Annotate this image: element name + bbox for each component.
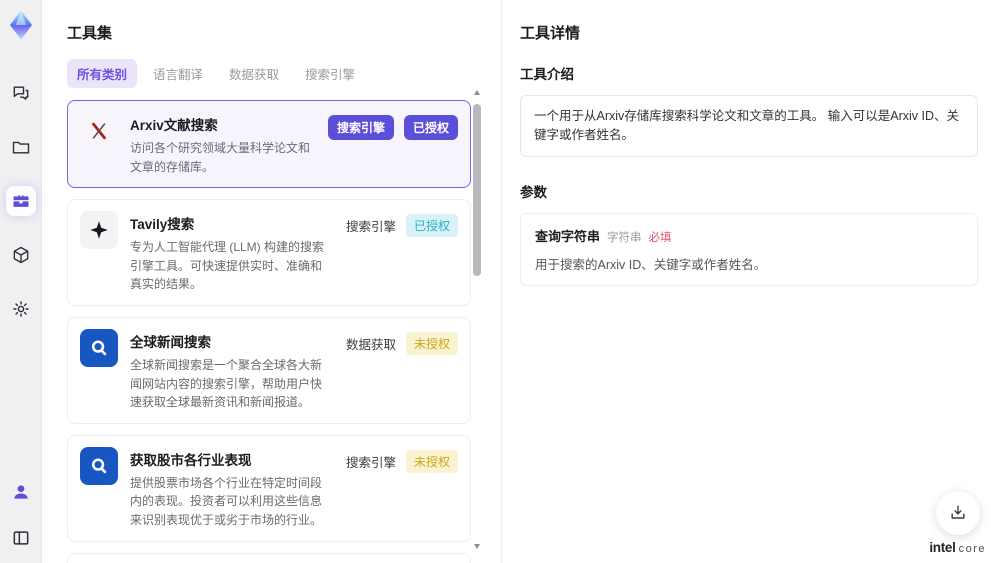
param-type: 字符串: [607, 231, 642, 244]
download-icon: [951, 505, 965, 519]
params-heading: 参数: [520, 184, 547, 200]
auth-status-badge: 未授权: [405, 449, 458, 473]
intro-heading: 工具介绍: [520, 67, 574, 82]
tool-intro-text: 一个用于从Arxiv存储库搜索科学论文和文章的工具。 输入可以是Arxiv ID…: [534, 109, 960, 142]
category-tag: 搜索引擎: [345, 455, 396, 470]
details-title: 工具详情: [520, 25, 581, 42]
scrollbar-thumb[interactable]: [473, 104, 481, 276]
tool-card-description: 提供股票市场各个行业在特定时间段内的表现。投资者可以利用这些信息来识别表现优于或…: [130, 475, 323, 527]
category-tag: 数据获取: [345, 337, 396, 352]
tool-intro-box: 一个用于从Arxiv存储库搜索科学论文和文章的工具。 输入可以是Arxiv ID…: [520, 95, 978, 157]
tool-card-list: Arxiv文献搜索 访问各个研究领域大量科学论文和文章的存储库。 搜索引擎 已授权 Ta…: [67, 100, 471, 563]
category-tabs: 所有类别 语言翻译 数据获取 搜索引擎: [67, 59, 501, 88]
core-wordmark: core: [958, 543, 986, 555]
tool-list-panel: 工具集 所有类别 语言翻译 数据获取 搜索引擎 Arxiv文献搜索 访问各个研究领域大量…: [42, 0, 502, 563]
news-search-icon: [80, 328, 118, 367]
tool-card[interactable]: 全球新闻搜索全球新闻搜索是一个聚合全球各大新闻网站内容的搜索引擎，帮助用户快速获…: [67, 316, 471, 424]
auth-status-badge: 已授权: [405, 214, 458, 238]
auth-status-badge: 未授权: [405, 331, 458, 355]
stock-sector-icon: [80, 446, 118, 485]
folder-icon[interactable]: [6, 132, 36, 162]
scrollbar-up-arrow-icon[interactable]: [474, 90, 480, 95]
collapse-panel-icon[interactable]: [6, 523, 36, 553]
tool-card[interactable]: 获取股市各行业表现提供股票市场各个行业在特定时间段内的表现。投资者可以利用这些信…: [67, 434, 471, 542]
scrollbar-down-arrow-icon[interactable]: [474, 544, 480, 549]
tool-card[interactable]: 获取市场最活跃股票信息提供当天交易量最高的股票列表，投资者可以利用这些信息来识别…: [67, 552, 471, 563]
tool-card-title: 获取股市各行业表现: [130, 452, 252, 468]
tool-card-title: 全球新闻搜索: [130, 334, 211, 350]
chat-icon[interactable]: [6, 78, 36, 108]
cube-icon[interactable]: [6, 240, 36, 270]
settings-icon[interactable]: [6, 294, 36, 324]
tool-card-description: 全球新闻搜索是一个聚合全球各大新闻网站内容的搜索引擎，帮助用户快速获取全球最新资…: [130, 357, 323, 410]
param-card: 查询字符串 字符串 必填用于搜索的Arxiv ID、关键字或作者姓名。: [520, 212, 978, 286]
tool-card-description: 访问各个研究领域大量科学论文和文章的存储库。: [130, 141, 311, 174]
tool-card[interactable]: Arxiv文献搜索访问各个研究领域大量科学论文和文章的存储库。 搜索引擎 已授权: [67, 100, 471, 189]
intel-core-logo: intel core: [929, 540, 986, 555]
intel-wordmark: intel: [929, 540, 956, 555]
download-button[interactable]: [935, 491, 980, 535]
category-tag: 搜索引擎: [345, 220, 396, 235]
list-scrollbar[interactable]: [473, 88, 481, 551]
toolbox-icon[interactable]: [5, 186, 36, 216]
param-list: 查询字符串 字符串 必填用于搜索的Arxiv ID、关键字或作者姓名。: [520, 212, 978, 286]
sidebar-nav: [5, 78, 36, 324]
sidebar-bottom: [6, 477, 36, 553]
tool-card-description: 专为人工智能代理 (LLM) 构建的搜索引擎工具。可快速提供实时、准确和真实的结…: [130, 240, 325, 292]
sidebar: [0, 0, 42, 563]
param-description: 用于搜索的Arxiv ID、关键字或作者姓名。: [535, 257, 767, 272]
arxiv-icon: [80, 112, 118, 150]
param-name: 查询字符串: [535, 228, 601, 244]
auth-status-badge: 已授权: [403, 115, 458, 140]
param-required-label: 必填: [648, 231, 672, 244]
category-tab[interactable]: 数据获取: [219, 59, 289, 88]
category-tab[interactable]: 所有类别: [67, 59, 138, 88]
corner-widgets: intel core: [929, 491, 986, 555]
category-tab[interactable]: 搜索引擎: [295, 59, 365, 88]
tool-card[interactable]: Tavily搜索专为人工智能代理 (LLM) 构建的搜索引擎工具。可快速提供实时…: [67, 199, 471, 306]
app-logo-icon: [4, 8, 38, 42]
app-root: 工具集 所有类别 语言翻译 数据获取 搜索引擎 Arxiv文献搜索 访问各个研究领域大量…: [0, 0, 1000, 563]
tavily-icon: [80, 211, 118, 250]
tool-card-title: Tavily搜索: [130, 217, 195, 233]
user-avatar-icon[interactable]: [6, 477, 36, 507]
category-tag: 搜索引擎: [327, 115, 394, 140]
tool-details-panel: 工具详情 工具介绍 一个用于从Arxiv存储库搜索科学论文和文章的工具。 输入可…: [502, 0, 1000, 563]
category-tab[interactable]: 语言翻译: [143, 59, 213, 88]
tool-card-title: Arxiv文献搜索: [130, 118, 218, 133]
page-title: 工具集: [67, 25, 113, 42]
